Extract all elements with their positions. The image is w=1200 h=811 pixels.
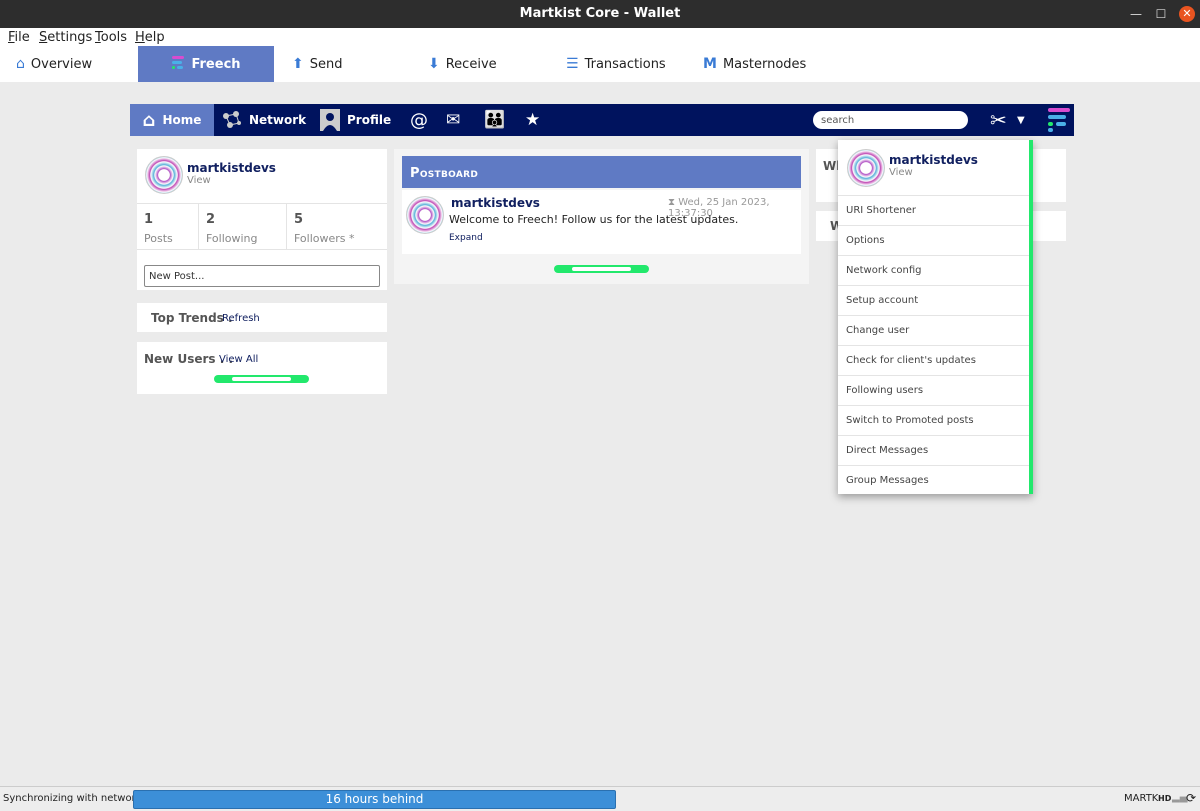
new-users-card: New Users . . View All (137, 342, 387, 394)
profile-icon (320, 109, 340, 131)
menu-item-options[interactable]: Options (838, 225, 1029, 255)
divider (137, 203, 387, 204)
arrow-up-icon: ⬆ (292, 56, 304, 72)
sync-progress-bar: 16 hours behind (133, 790, 616, 809)
divider (137, 249, 387, 250)
menu-file[interactable]: File (8, 30, 30, 45)
nav-home-label: Home (162, 113, 202, 127)
tab-send[interactable]: ⬆ Send (292, 46, 392, 82)
home-icon: ⌂ (16, 56, 25, 72)
posts-label[interactable]: Posts (144, 232, 173, 245)
dropdown-view-link[interactable]: View (889, 167, 913, 178)
tab-label: Masternodes (722, 56, 807, 72)
nav-network-label: Network (249, 113, 307, 127)
divider (286, 204, 287, 249)
window-title: Martkist Core - Wallet (519, 6, 681, 21)
nav-profile-label: Profile (347, 113, 392, 127)
hourglass-icon: ⧗ (668, 197, 676, 208)
star-icon[interactable]: ★ (525, 110, 540, 130)
close-icon[interactable]: ✕ (1179, 6, 1195, 22)
minimize-icon[interactable]: — (1128, 6, 1144, 22)
tab-overview[interactable]: ⌂ Overview (16, 46, 126, 82)
dropdown-username[interactable]: martkistdevs (889, 153, 978, 167)
menu-item-group-messages[interactable]: Group Messages (838, 465, 1029, 495)
followers-count[interactable]: 5 (294, 212, 303, 227)
tab-transactions[interactable]: ☰ Transactions (566, 46, 686, 82)
new-users-view-all-link[interactable]: View All (219, 354, 258, 365)
menu-item-change-user[interactable]: Change user (838, 315, 1029, 345)
following-count[interactable]: 2 (206, 212, 215, 227)
post-author[interactable]: martkistdevs (451, 196, 540, 210)
search-input[interactable] (813, 111, 968, 129)
postboard-title: Postboard (410, 166, 479, 181)
unit-label[interactable]: MARTK (1124, 793, 1158, 804)
tab-masternodes[interactable]: M Masternodes (703, 46, 823, 82)
postboard-header: Postboard (402, 156, 801, 188)
nav-home[interactable]: ⌂ Home (130, 104, 214, 136)
home-icon: ⌂ (142, 109, 156, 131)
nav-network[interactable]: Network (222, 104, 306, 136)
menu-item-promoted-posts[interactable]: Switch to Promoted posts (838, 405, 1029, 435)
tab-label: Transactions (584, 56, 666, 72)
post-text: Welcome to Freech! Follow us for the lat… (449, 213, 739, 226)
sync-icon: ⟳ (1186, 791, 1197, 805)
hd-badge: HD (1158, 794, 1172, 803)
tab-receive[interactable]: ⬇ Receive (428, 46, 538, 82)
trends-refresh-link[interactable]: Refresh (222, 313, 260, 324)
dropdown-avatar[interactable] (847, 149, 885, 187)
post-item[interactable]: martkistdevs ⧗ Wed, 25 Jan 2023, 13:37:3… (402, 190, 801, 254)
followers-label[interactable]: Followers * (294, 232, 355, 245)
profile-username[interactable]: martkistdevs (187, 161, 276, 175)
freech-nav-bar: ⌂ Home Network Profile @ ✉ 👪 ★ ✂ ▼ (130, 104, 1074, 136)
freech-logo-icon (172, 56, 185, 69)
messages-icon[interactable]: ✉ (446, 110, 460, 130)
maximize-icon[interactable]: ☐ (1153, 6, 1169, 22)
loading-indicator (554, 265, 649, 273)
status-bar: Synchronizing with network... 16 hours b… (0, 786, 1200, 811)
avatar[interactable] (145, 156, 183, 194)
masternode-icon: M (703, 56, 717, 72)
sync-progress-text: 16 hours behind (325, 792, 424, 806)
menu-bar: File Settings Tools Help (0, 28, 1200, 46)
profile-view-link[interactable]: View (187, 175, 211, 186)
menu-tools[interactable]: Tools (95, 30, 127, 45)
post-avatar[interactable] (406, 196, 444, 234)
main-tab-bar: ⌂ Overview Freech ⬆ Send ⬇ Receive ☰ Tra… (0, 46, 1200, 82)
post-expand-link[interactable]: Expand (449, 233, 483, 243)
loading-indicator (214, 375, 309, 383)
menu-help[interactable]: Help (135, 30, 165, 45)
menu-item-following-users[interactable]: Following users (838, 375, 1029, 405)
tab-label: Send (309, 56, 343, 72)
chevron-down-icon[interactable]: ▼ (1017, 115, 1025, 126)
groups-icon[interactable]: 👪 (484, 110, 505, 130)
sync-status-text: Synchronizing with network... (3, 793, 151, 804)
menu-item-network-config[interactable]: Network config (838, 255, 1029, 285)
user-dropdown-menu: martkistdevs View URI Shortener Options … (838, 140, 1033, 494)
network-icon (223, 111, 241, 128)
nav-profile[interactable]: Profile (320, 104, 391, 136)
tab-label: Freech (191, 56, 241, 72)
tools-icon[interactable]: ✂ (990, 108, 1007, 132)
divider (198, 204, 199, 249)
freech-logo-icon[interactable] (1046, 108, 1072, 132)
tab-label: Overview (30, 56, 93, 72)
arrow-down-icon: ⬇ (428, 56, 440, 72)
menu-item-setup-account[interactable]: Setup account (838, 285, 1029, 315)
top-trends-card: Top Trends . Refresh (137, 303, 387, 332)
menu-item-check-updates[interactable]: Check for client's updates (838, 345, 1029, 375)
mentions-icon[interactable]: @ (410, 110, 428, 131)
tab-freech[interactable]: Freech (138, 46, 274, 82)
posts-count[interactable]: 1 (144, 212, 153, 227)
title-bar: Martkist Core - Wallet — ☐ ✕ (0, 0, 1200, 28)
menu-settings[interactable]: Settings (39, 30, 92, 45)
new-post-input[interactable] (144, 265, 380, 287)
menu-item-uri-shortener[interactable]: URI Shortener (838, 195, 1029, 225)
top-trends-title: Top Trends . (151, 311, 233, 325)
list-icon: ☰ (566, 56, 579, 72)
menu-item-direct-messages[interactable]: Direct Messages (838, 435, 1029, 465)
following-label[interactable]: Following (206, 232, 258, 245)
tab-label: Receive (445, 56, 497, 72)
